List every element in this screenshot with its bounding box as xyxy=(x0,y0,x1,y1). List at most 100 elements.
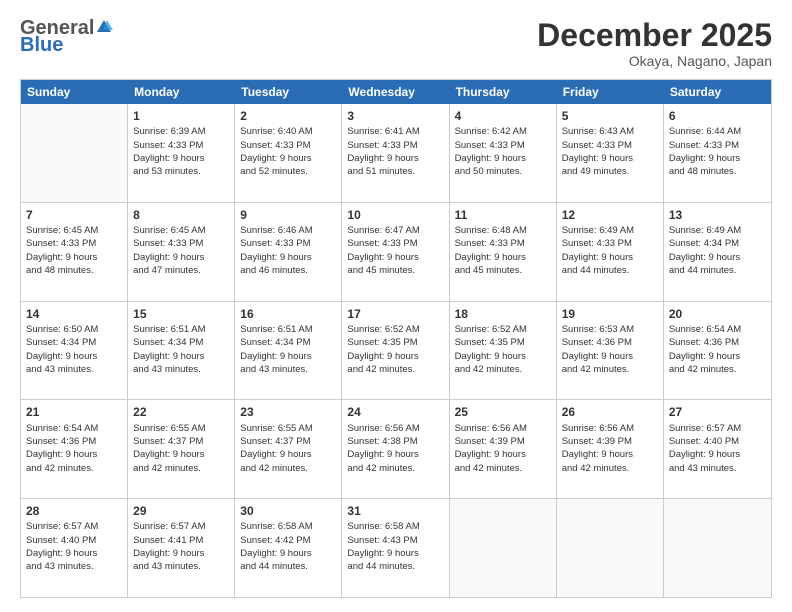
day-number: 25 xyxy=(455,404,551,420)
calendar-cell: 17Sunrise: 6:52 AM Sunset: 4:35 PM Dayli… xyxy=(342,302,449,400)
day-info: Sunrise: 6:50 AM Sunset: 4:34 PM Dayligh… xyxy=(26,323,122,376)
day-number: 23 xyxy=(240,404,336,420)
day-info: Sunrise: 6:57 AM Sunset: 4:40 PM Dayligh… xyxy=(26,520,122,573)
calendar-header: SundayMondayTuesdayWednesdayThursdayFrid… xyxy=(21,80,771,104)
day-info: Sunrise: 6:55 AM Sunset: 4:37 PM Dayligh… xyxy=(133,422,229,475)
day-number: 3 xyxy=(347,108,443,124)
calendar-cell xyxy=(557,499,664,597)
header-day-thursday: Thursday xyxy=(450,80,557,104)
calendar-cell xyxy=(664,499,771,597)
day-info: Sunrise: 6:45 AM Sunset: 4:33 PM Dayligh… xyxy=(26,224,122,277)
calendar-cell: 20Sunrise: 6:54 AM Sunset: 4:36 PM Dayli… xyxy=(664,302,771,400)
day-number: 26 xyxy=(562,404,658,420)
day-info: Sunrise: 6:56 AM Sunset: 4:39 PM Dayligh… xyxy=(455,422,551,475)
day-info: Sunrise: 6:54 AM Sunset: 4:36 PM Dayligh… xyxy=(669,323,766,376)
day-info: Sunrise: 6:40 AM Sunset: 4:33 PM Dayligh… xyxy=(240,125,336,178)
day-info: Sunrise: 6:55 AM Sunset: 4:37 PM Dayligh… xyxy=(240,422,336,475)
calendar-cell xyxy=(450,499,557,597)
header-day-wednesday: Wednesday xyxy=(342,80,449,104)
day-number: 17 xyxy=(347,306,443,322)
calendar-cell: 27Sunrise: 6:57 AM Sunset: 4:40 PM Dayli… xyxy=(664,400,771,498)
day-number: 21 xyxy=(26,404,122,420)
day-info: Sunrise: 6:48 AM Sunset: 4:33 PM Dayligh… xyxy=(455,224,551,277)
day-info: Sunrise: 6:58 AM Sunset: 4:42 PM Dayligh… xyxy=(240,520,336,573)
day-number: 19 xyxy=(562,306,658,322)
calendar-cell: 12Sunrise: 6:49 AM Sunset: 4:33 PM Dayli… xyxy=(557,203,664,301)
day-number: 8 xyxy=(133,207,229,223)
calendar-week-3: 14Sunrise: 6:50 AM Sunset: 4:34 PM Dayli… xyxy=(21,302,771,401)
calendar-cell: 19Sunrise: 6:53 AM Sunset: 4:36 PM Dayli… xyxy=(557,302,664,400)
day-number: 7 xyxy=(26,207,122,223)
day-info: Sunrise: 6:44 AM Sunset: 4:33 PM Dayligh… xyxy=(669,125,766,178)
calendar: SundayMondayTuesdayWednesdayThursdayFrid… xyxy=(20,79,772,598)
day-info: Sunrise: 6:39 AM Sunset: 4:33 PM Dayligh… xyxy=(133,125,229,178)
day-number: 2 xyxy=(240,108,336,124)
page-header: General Blue December 2025 Okaya, Nagano… xyxy=(20,18,772,69)
day-number: 31 xyxy=(347,503,443,519)
calendar-cell: 21 Sunrise: 6:54 AM Sunset: 4:36 PM Dayli… xyxy=(21,400,128,498)
calendar-week-5: 28Sunrise: 6:57 AM Sunset: 4:40 PM Dayli… xyxy=(21,499,771,597)
day-info: Sunrise: 6:49 AM Sunset: 4:34 PM Dayligh… xyxy=(669,224,766,277)
day-info: Sunrise: 6:43 AM Sunset: 4:33 PM Dayligh… xyxy=(562,125,658,178)
calendar-week-1: 1Sunrise: 6:39 AM Sunset: 4:33 PM Daylig… xyxy=(21,104,771,203)
day-number: 30 xyxy=(240,503,336,519)
calendar-cell: 4Sunrise: 6:42 AM Sunset: 4:33 PM Daylig… xyxy=(450,104,557,202)
logo-icon xyxy=(95,18,113,36)
calendar-cell: 1Sunrise: 6:39 AM Sunset: 4:33 PM Daylig… xyxy=(128,104,235,202)
day-info: Sunrise: 6:51 AM Sunset: 4:34 PM Dayligh… xyxy=(240,323,336,376)
day-number: 22 xyxy=(133,404,229,420)
day-number: 28 xyxy=(26,503,122,519)
day-info: Sunrise: 6:57 AM Sunset: 4:40 PM Dayligh… xyxy=(669,422,766,475)
day-number: 1 xyxy=(133,108,229,124)
day-number: 14 xyxy=(26,306,122,322)
day-number: 29 xyxy=(133,503,229,519)
calendar-cell: 5Sunrise: 6:43 AM Sunset: 4:33 PM Daylig… xyxy=(557,104,664,202)
calendar-week-4: 21 Sunrise: 6:54 AM Sunset: 4:36 PM Dayli… xyxy=(21,400,771,499)
day-info: Sunrise: 6:51 AM Sunset: 4:34 PM Dayligh… xyxy=(133,323,229,376)
location: Okaya, Nagano, Japan xyxy=(537,53,772,69)
calendar-cell: 31Sunrise: 6:58 AM Sunset: 4:43 PM Dayli… xyxy=(342,499,449,597)
calendar-week-2: 7Sunrise: 6:45 AM Sunset: 4:33 PM Daylig… xyxy=(21,203,771,302)
day-number: 15 xyxy=(133,306,229,322)
day-info: Sunrise: 6:42 AM Sunset: 4:33 PM Dayligh… xyxy=(455,125,551,178)
calendar-cell: 8Sunrise: 6:45 AM Sunset: 4:33 PM Daylig… xyxy=(128,203,235,301)
day-number: 18 xyxy=(455,306,551,322)
calendar-cell: 30Sunrise: 6:58 AM Sunset: 4:42 PM Dayli… xyxy=(235,499,342,597)
calendar-cell: 9Sunrise: 6:46 AM Sunset: 4:33 PM Daylig… xyxy=(235,203,342,301)
logo-blue-text: Blue xyxy=(20,34,63,57)
calendar-cell: 3Sunrise: 6:41 AM Sunset: 4:33 PM Daylig… xyxy=(342,104,449,202)
header-day-friday: Friday xyxy=(557,80,664,104)
day-number: 6 xyxy=(669,108,766,124)
month-title: December 2025 xyxy=(537,18,772,53)
day-info: Sunrise: 6:54 AM Sunset: 4:36 PM Dayligh… xyxy=(26,422,122,475)
calendar-cell: 26Sunrise: 6:56 AM Sunset: 4:39 PM Dayli… xyxy=(557,400,664,498)
calendar-cell: 14Sunrise: 6:50 AM Sunset: 4:34 PM Dayli… xyxy=(21,302,128,400)
day-info: Sunrise: 6:41 AM Sunset: 4:33 PM Dayligh… xyxy=(347,125,443,178)
calendar-body: 1Sunrise: 6:39 AM Sunset: 4:33 PM Daylig… xyxy=(21,104,771,597)
calendar-cell: 6Sunrise: 6:44 AM Sunset: 4:33 PM Daylig… xyxy=(664,104,771,202)
day-number: 13 xyxy=(669,207,766,223)
calendar-cell: 10Sunrise: 6:47 AM Sunset: 4:33 PM Dayli… xyxy=(342,203,449,301)
calendar-cell xyxy=(21,104,128,202)
day-info: Sunrise: 6:56 AM Sunset: 4:38 PM Dayligh… xyxy=(347,422,443,475)
title-block: December 2025 Okaya, Nagano, Japan xyxy=(537,18,772,69)
logo: General Blue xyxy=(20,18,113,57)
day-number: 9 xyxy=(240,207,336,223)
calendar-cell: 29Sunrise: 6:57 AM Sunset: 4:41 PM Dayli… xyxy=(128,499,235,597)
day-number: 10 xyxy=(347,207,443,223)
day-number: 16 xyxy=(240,306,336,322)
day-info: Sunrise: 6:58 AM Sunset: 4:43 PM Dayligh… xyxy=(347,520,443,573)
header-day-saturday: Saturday xyxy=(664,80,771,104)
day-number: 11 xyxy=(455,207,551,223)
calendar-cell: 15Sunrise: 6:51 AM Sunset: 4:34 PM Dayli… xyxy=(128,302,235,400)
day-number: 20 xyxy=(669,306,766,322)
day-info: Sunrise: 6:46 AM Sunset: 4:33 PM Dayligh… xyxy=(240,224,336,277)
calendar-cell: 2Sunrise: 6:40 AM Sunset: 4:33 PM Daylig… xyxy=(235,104,342,202)
day-info: Sunrise: 6:45 AM Sunset: 4:33 PM Dayligh… xyxy=(133,224,229,277)
day-number: 12 xyxy=(562,207,658,223)
day-info: Sunrise: 6:57 AM Sunset: 4:41 PM Dayligh… xyxy=(133,520,229,573)
day-info: Sunrise: 6:49 AM Sunset: 4:33 PM Dayligh… xyxy=(562,224,658,277)
calendar-cell: 16Sunrise: 6:51 AM Sunset: 4:34 PM Dayli… xyxy=(235,302,342,400)
day-number: 4 xyxy=(455,108,551,124)
day-info: Sunrise: 6:52 AM Sunset: 4:35 PM Dayligh… xyxy=(455,323,551,376)
